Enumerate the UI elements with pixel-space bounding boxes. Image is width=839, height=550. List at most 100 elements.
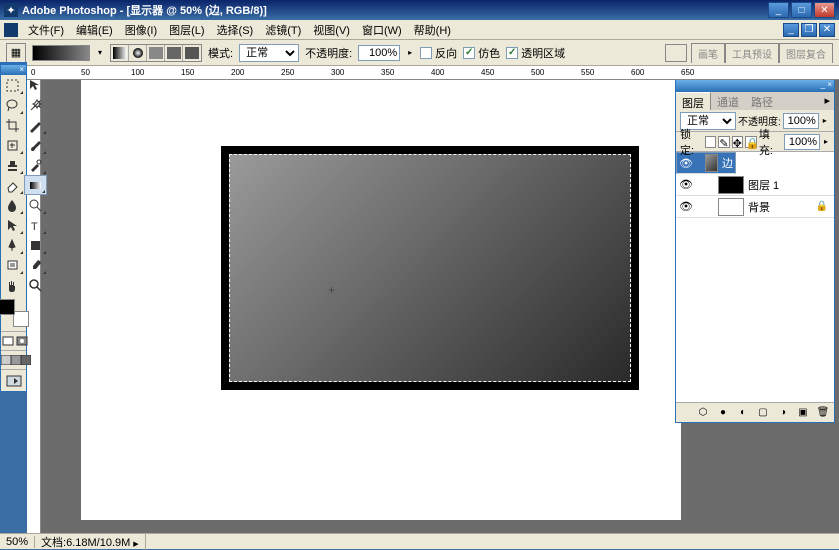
shape-tool[interactable]	[24, 235, 47, 255]
angle-gradient-button[interactable]	[147, 45, 165, 61]
preset-tab-layercomp[interactable]: 图层复合	[779, 43, 833, 63]
app-icon: ✦	[4, 3, 18, 17]
doc-restore-button[interactable]: ❐	[801, 23, 817, 37]
panel-menu-icon[interactable]: ▸	[820, 92, 834, 110]
visibility-toggle[interactable]: 👁	[676, 200, 696, 213]
doc-close-button[interactable]: ✕	[819, 23, 835, 37]
eyedropper-tool[interactable]	[24, 255, 47, 275]
layer-thumbnail[interactable]	[718, 176, 744, 194]
minimize-button[interactable]: _	[768, 2, 789, 18]
gradient-arrow-icon[interactable]: ▾	[96, 48, 104, 57]
wand-tool[interactable]	[24, 95, 47, 115]
menu-window[interactable]: 窗口(W)	[356, 20, 408, 40]
brush-tool[interactable]	[24, 135, 47, 155]
canvas[interactable]: +	[81, 80, 681, 520]
opacity-input[interactable]	[358, 45, 400, 61]
reflected-gradient-button[interactable]	[165, 45, 183, 61]
toolbox-header[interactable]: ×	[1, 65, 26, 75]
crop-tool[interactable]	[1, 115, 24, 135]
menu-layer[interactable]: 图层(L)	[163, 20, 210, 40]
history-brush-tool[interactable]	[24, 155, 47, 175]
quickmask-mode-button[interactable]	[15, 332, 29, 350]
stamp-tool[interactable]	[1, 155, 24, 175]
selection-marquee: +	[229, 154, 631, 382]
healing-tool[interactable]	[1, 135, 24, 155]
visibility-toggle[interactable]: 👁	[679, 157, 693, 170]
maximize-button[interactable]: □	[791, 2, 812, 18]
zoom-tool[interactable]	[24, 275, 47, 295]
jump-to-button[interactable]	[1, 369, 26, 391]
type-tool[interactable]: T	[24, 215, 47, 235]
dither-checkbox[interactable]: 仿色	[463, 45, 500, 61]
crosshair-icon: +	[328, 283, 335, 297]
layer-row[interactable]: 👁 图层 1	[676, 174, 834, 196]
opacity-label: 不透明度:	[305, 45, 352, 61]
layer-thumbnail[interactable]	[718, 198, 744, 216]
tab-layers[interactable]: 图层	[676, 92, 711, 110]
menu-filter[interactable]: 滤镜(T)	[259, 20, 307, 40]
tool-preset-icon[interactable]: ▦	[6, 43, 26, 63]
link-layers-button[interactable]: ⬡	[696, 406, 710, 420]
notes-tool[interactable]	[1, 255, 24, 275]
delete-layer-button[interactable]: 🗑	[816, 406, 830, 420]
pen-tool[interactable]	[1, 235, 24, 255]
tab-paths[interactable]: 路径	[745, 92, 779, 110]
adjustment-layer-button[interactable]: ◑	[776, 406, 790, 420]
transparency-checkbox[interactable]: 透明区域	[506, 45, 565, 61]
tab-channels[interactable]: 通道	[711, 92, 745, 110]
linear-gradient-button[interactable]	[111, 45, 129, 61]
radial-gradient-button[interactable]	[129, 45, 147, 61]
new-layer-button[interactable]: ▣	[796, 406, 810, 420]
gradient-preview[interactable]	[32, 45, 90, 61]
zoom-level[interactable]: 50%	[0, 536, 35, 548]
reverse-checkbox[interactable]: 反向	[420, 45, 457, 61]
lasso-tool[interactable]	[1, 95, 24, 115]
opacity-arrow-icon[interactable]: ▸	[406, 48, 414, 57]
layer-style-button[interactable]: ●	[716, 406, 730, 420]
eraser-tool[interactable]	[1, 175, 24, 195]
color-swatches[interactable]	[0, 299, 29, 327]
doc-size[interactable]: 文档:6.18M/10.9M▶	[35, 534, 146, 550]
layer-row[interactable]: 👁 背景 🔒	[676, 196, 834, 218]
layers-panel-header[interactable]: _ ×	[676, 80, 834, 92]
menu-view[interactable]: 视图(V)	[307, 20, 356, 40]
screen-full-menu-button[interactable]	[11, 351, 21, 369]
standard-mode-button[interactable]	[1, 332, 15, 350]
screen-full-button[interactable]	[21, 351, 31, 369]
gradient-tool[interactable]	[24, 175, 47, 195]
visibility-toggle[interactable]: 👁	[676, 178, 696, 191]
lock-all-button[interactable]: 🔒	[745, 136, 757, 148]
menu-help[interactable]: 帮助(H)	[408, 20, 457, 40]
layer-fill-input[interactable]	[784, 134, 820, 150]
layer-list: 👁 边 👁 图层 1 👁 背景 🔒	[676, 152, 834, 402]
new-set-button[interactable]: ▢	[756, 406, 770, 420]
menu-edit[interactable]: 编辑(E)	[70, 20, 119, 40]
svg-text:T: T	[31, 221, 38, 233]
layer-opacity-input[interactable]	[783, 113, 819, 129]
menu-select[interactable]: 选择(S)	[211, 20, 260, 40]
blend-mode-select[interactable]: 正常	[239, 44, 299, 62]
preset-tab-tools[interactable]: 工具预设	[725, 43, 779, 63]
lock-position-button[interactable]: ✥	[732, 136, 743, 148]
doc-minimize-button[interactable]: _	[783, 23, 799, 37]
diamond-gradient-button[interactable]	[183, 45, 201, 61]
layer-mask-button[interactable]: ◐	[736, 406, 750, 420]
move-tool[interactable]	[24, 75, 47, 95]
background-color[interactable]	[13, 311, 29, 327]
marquee-tool[interactable]	[1, 75, 24, 95]
path-select-tool[interactable]	[1, 215, 24, 235]
lock-transparency-button[interactable]	[705, 136, 716, 148]
blur-tool[interactable]	[1, 195, 24, 215]
screen-standard-button[interactable]	[1, 351, 11, 369]
dodge-tool[interactable]	[24, 195, 47, 215]
slice-tool[interactable]	[24, 115, 47, 135]
close-button[interactable]: ✕	[814, 2, 835, 18]
lock-image-button[interactable]: ✎	[718, 136, 729, 148]
palette-toggle-button[interactable]	[665, 44, 687, 62]
hand-tool[interactable]	[1, 275, 24, 295]
menu-image[interactable]: 图像(I)	[119, 20, 163, 40]
preset-tab-brushes[interactable]: 画笔	[691, 43, 725, 63]
layer-thumbnail[interactable]	[705, 154, 718, 172]
menu-file[interactable]: 文件(F)	[22, 20, 70, 40]
foreground-color[interactable]	[0, 299, 15, 315]
